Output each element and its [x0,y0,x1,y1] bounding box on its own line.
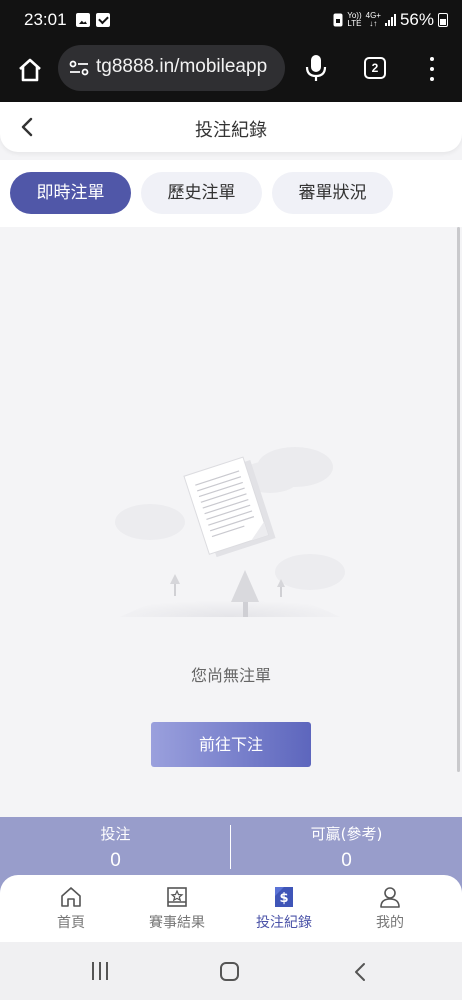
user-icon [380,887,400,908]
status-time: 23:01 [24,10,67,29]
potential-win: 可贏(參考) 0 [231,823,462,872]
system-back-icon[interactable] [353,962,367,982]
address-bar[interactable]: tg8888.in/mobileapp [58,45,285,91]
nav-bet-records[interactable]: $ 投注紀錄 [234,885,334,932]
tab-review-status[interactable]: 審單狀況 [272,172,393,214]
dollar-doc-icon: $ [275,887,293,907]
tab-switcher-button[interactable]: 2 [364,57,386,79]
system-navigation-bar [0,942,462,1000]
home-icon[interactable] [12,52,48,88]
empty-message: 您尚無注單 [190,666,271,685]
bet-total: 投注 0 [0,823,231,872]
star-book-icon [167,887,187,907]
tab-history-bets[interactable]: 歷史注單 [141,172,262,214]
status-right: Yo)) LTE 4G+ ↓↑ 56% [333,10,448,30]
battery-icon [438,13,448,27]
recent-apps-icon[interactable] [90,962,110,980]
scrollbar[interactable] [457,227,460,772]
page-header: 投注紀錄 [0,102,462,152]
url-text[interactable]: tg8888.in/mobileapp [96,56,267,78]
status-bar: 23:01 Yo)) LTE 4G+ ↓↑ 56% [0,0,462,40]
nav-profile-label: 我的 [376,915,404,931]
page-title: 投注紀錄 [195,120,267,141]
volte-indicator: Yo)) LTE [347,12,361,28]
empty-document-illustration [115,447,345,617]
nav-home-label: 首頁 [57,915,85,931]
tab-live-bets[interactable]: 即時注單 [10,172,131,214]
network-indicator: 4G+ ↓↑ [366,12,381,28]
bottom-navigation: 首頁 賽事結果 $ 投注紀錄 我的 [0,875,462,942]
bet-tabs: 即時注單 歷史注單 審單狀況 [0,160,462,227]
nav-profile[interactable]: 我的 [340,885,440,932]
nav-results-label: 賽事結果 [149,915,205,931]
signal-icon [384,14,396,26]
volte-bottom: LTE [347,19,362,28]
svg-text:$: $ [279,891,288,906]
nav-bet-records-label: 投注紀錄 [256,915,312,931]
site-settings-icon[interactable] [68,57,90,79]
bet-total-value: 0 [110,850,121,871]
secure-folder-icon [333,13,343,27]
battery-percent: 56% [399,10,434,29]
nav-results[interactable]: 賽事結果 [127,885,227,932]
microphone-icon[interactable] [302,52,330,84]
more-menu-icon[interactable] [424,55,440,83]
empty-content-area: 您尚無注單 前往下注 [0,227,462,817]
go-bet-button[interactable]: 前往下注 [151,722,311,767]
network-bottom: ↓↑ [369,19,378,28]
potential-win-label: 可贏(參考) [310,825,383,843]
check-notification-icon [96,13,110,27]
bet-total-label: 投注 [100,825,131,843]
system-home-icon[interactable] [220,962,239,981]
home-icon [61,887,81,907]
browser-toolbar: tg8888.in/mobileapp 2 [0,40,462,102]
nav-home[interactable]: 首頁 [21,885,121,932]
gallery-notification-icon [76,13,90,27]
potential-win-value: 0 [341,850,352,871]
